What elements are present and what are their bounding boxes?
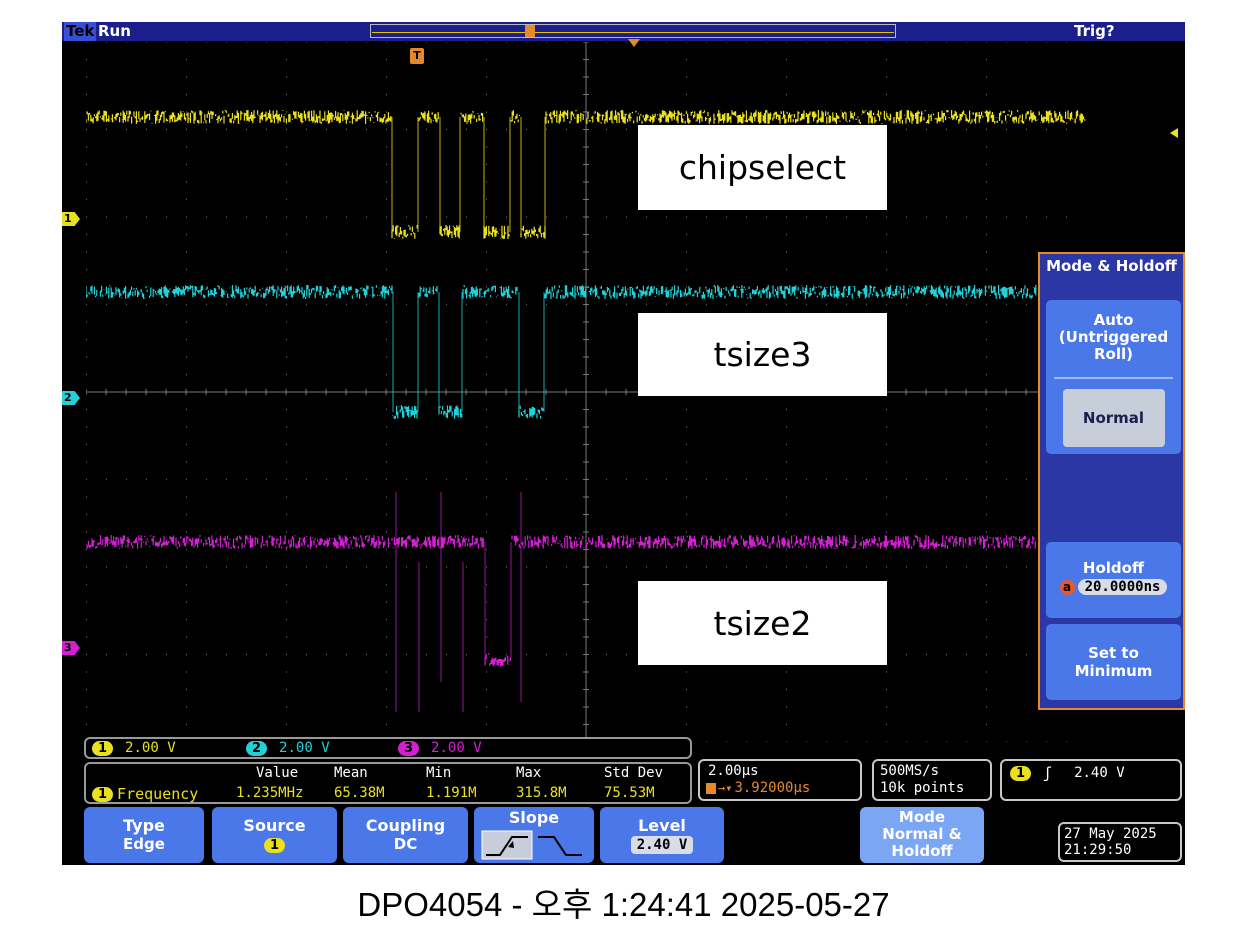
level-label: Level: [638, 816, 686, 835]
acquisition-readout[interactable]: 500MS/s 10k points: [872, 759, 992, 801]
trigger-marker-icon: T: [410, 48, 424, 64]
ch2-badge[interactable]: 2: [246, 740, 268, 756]
record-length: 10k points: [880, 780, 965, 796]
coupling-label: Coupling: [365, 816, 446, 835]
measurement-value-0: 1.235MHz: [236, 785, 304, 801]
measurement-value-4: 75.53M: [604, 785, 655, 801]
measurement-header-value: Value: [256, 765, 299, 781]
slope-softkey[interactable]: Slope: [474, 807, 594, 863]
date: 27 May 2025: [1064, 826, 1157, 842]
measurement-value-2: 1.191M: [426, 785, 477, 801]
measurement-value-3: 315.8M: [516, 785, 567, 801]
mode-softkey[interactable]: Mode Normal & Holdoff: [860, 807, 984, 863]
source-label: Source: [243, 816, 306, 835]
mode-holdoff-menu: Mode & Holdoff Auto (Untriggered Roll) N…: [1038, 252, 1185, 710]
waveform-display: [86, 42, 1086, 742]
ch3-ground-marker: 3: [62, 641, 80, 655]
ch2-waveform: [86, 285, 1037, 419]
trigger-level: 2.40 V: [1074, 765, 1125, 781]
measurement-header-mean: Mean: [334, 765, 368, 781]
ch1-edges: [391, 117, 546, 232]
tsize3-label: tsize3: [638, 313, 887, 396]
chipselect-label: chipselect: [638, 125, 887, 210]
ch1-badge[interactable]: 1: [92, 740, 114, 756]
mode-label: Mode: [898, 808, 946, 826]
auto-mode-label: Auto (Untriggered Roll): [1058, 311, 1169, 363]
ch3-edges: [395, 492, 522, 712]
measurement-header-max: Max: [516, 765, 542, 781]
source-softkey[interactable]: Source 1: [212, 807, 337, 863]
type-softkey[interactable]: Type Edge: [84, 807, 204, 863]
trigger-status: Trig?: [1074, 22, 1115, 40]
normal-mode-button[interactable]: Normal: [1062, 389, 1165, 447]
ch3-waveform: [86, 535, 1036, 667]
record-view-bar: [370, 24, 896, 38]
timebase-readout[interactable]: 2.00μs →▾ 3.92000μs: [698, 759, 862, 801]
time: 21:29:50: [1064, 842, 1132, 858]
measurement-values: 1.235MHz 65.38M 1.191M 315.8M 75.53M: [86, 785, 694, 801]
falling-slope-icon[interactable]: [538, 836, 582, 856]
ch1-scale: 2.00 V: [125, 740, 176, 756]
ch3-scale: 2.00 V: [431, 740, 482, 756]
delay-arrow-icon: →▾: [718, 781, 733, 795]
ch3-badge[interactable]: 3: [398, 740, 420, 756]
level-softkey[interactable]: Level 2.40 V: [600, 807, 724, 863]
level-value: 2.40 V: [630, 836, 694, 854]
type-value: Edge: [123, 835, 165, 853]
horizontal-scale: 2.00μs: [708, 763, 759, 779]
graticule-center-axes: [86, 42, 1086, 742]
ch2-ground-marker: 2: [62, 391, 80, 405]
horizontal-position: 3.92000μs: [734, 780, 811, 796]
trigger-source-badge: 1: [1010, 765, 1032, 781]
measurement-value-1: 65.38M: [334, 785, 385, 801]
ch2-edges: [392, 292, 545, 412]
brand-logo: Tek: [64, 22, 97, 41]
menu-title: Mode & Holdoff: [1046, 257, 1177, 275]
slope-label: Slope: [508, 808, 560, 827]
record-view-indicator: [372, 32, 894, 33]
holdoff-value: 20.0000ns: [1077, 579, 1168, 595]
measurement-header-std-dev: Std Dev: [604, 765, 664, 781]
oscilloscope-screen: Tek Run Trig? T 1 2 3 chipselect tsize3 …: [62, 22, 1185, 865]
trigger-slope-icon: ʃ: [1043, 764, 1053, 782]
measurement-header-min: Min: [426, 765, 452, 781]
tsize2-label: tsize2: [638, 581, 887, 665]
channel-scale-bar: 1 2.00 V 2 2.00 V 3 2.00 V: [84, 737, 692, 759]
ch1-ground-marker: 1: [62, 212, 80, 226]
mode-divider: [1054, 377, 1173, 379]
set-to-minimum-button[interactable]: Set to Minimum: [1046, 624, 1181, 700]
slope-selector: [481, 830, 582, 860]
multipurpose-knob-icon: a: [1059, 579, 1075, 595]
source-value-badge: 1: [263, 838, 286, 853]
measurement-headers: Value Mean Min Max Std Dev: [86, 765, 694, 781]
type-label: Type: [123, 816, 165, 835]
auto-mode-button[interactable]: Auto (Untriggered Roll) Normal: [1046, 300, 1181, 454]
coupling-value: DC: [393, 835, 418, 853]
trigger-delay-icon: [706, 782, 716, 794]
holdoff-label: Holdoff: [1082, 559, 1145, 577]
coupling-softkey[interactable]: Coupling DC: [343, 807, 468, 863]
measurement-readout: Value Mean Min Max Std Dev 1 Frequency 1.235…: [84, 762, 692, 804]
holdoff-button[interactable]: Holdoff a 20.0000ns: [1046, 542, 1181, 618]
trigger-level-arrow-icon: [1170, 128, 1178, 138]
datetime-readout: 27 May 2025 21:29:50: [1058, 822, 1182, 862]
mode-value: Normal & Holdoff: [882, 825, 962, 860]
acquisition-state: Run: [98, 22, 131, 40]
sample-rate: 500MS/s: [880, 763, 940, 779]
trigger-readout[interactable]: 1 ʃ 2.40 V: [1000, 759, 1182, 801]
screenshot-caption: DPO4054 - 오후 1:24:41 2025-05-27: [357, 886, 890, 923]
record-trigger-marker: [525, 25, 535, 37]
ch2-scale: 2.00 V: [279, 740, 330, 756]
